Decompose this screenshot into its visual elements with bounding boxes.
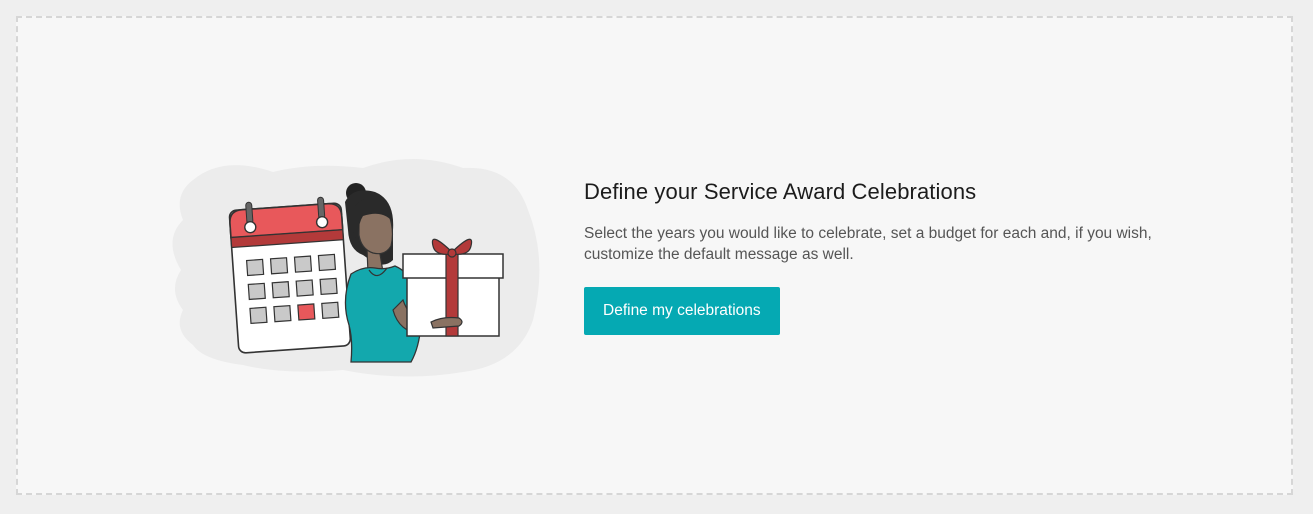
celebration-illustration	[163, 150, 543, 380]
description-text: Select the years you would like to celeb…	[584, 225, 1152, 263]
page-title: Define your Service Award Celebrations	[584, 179, 977, 204]
empty-state-panel: Define your Service Award Celebrations S…	[16, 16, 1293, 495]
empty-state-content: Define your Service Award Celebrations S…	[584, 178, 1204, 335]
define-celebrations-button[interactable]: Define my celebrations	[584, 287, 780, 335]
